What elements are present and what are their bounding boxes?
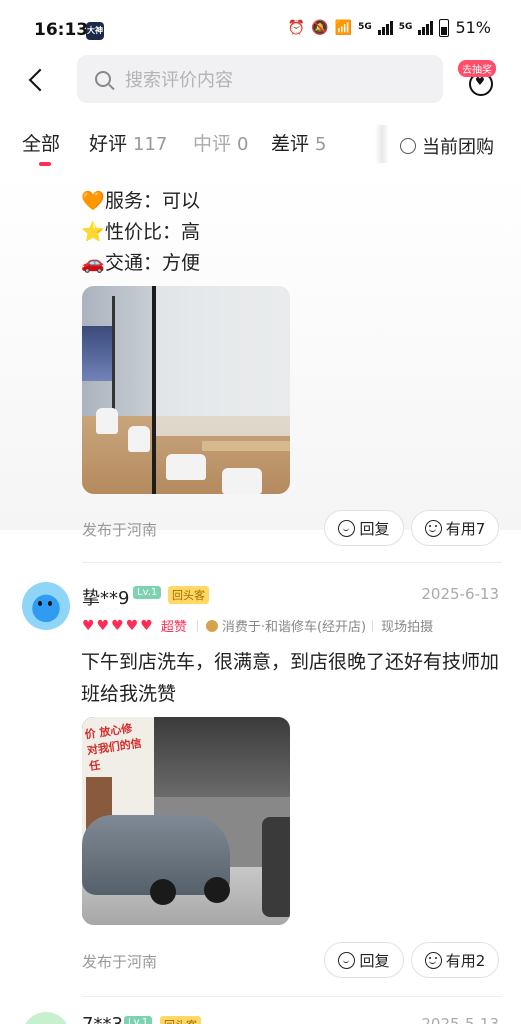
smile-icon (424, 519, 442, 537)
tab-mid[interactable]: 中评 0 (193, 129, 248, 156)
return-customer-badge: 回头客 (168, 586, 209, 604)
divider (82, 562, 502, 563)
onsite-label: 现场拍摄 (381, 620, 434, 635)
detail-value: ⭐性价比：高 (81, 217, 200, 244)
level-badge: Lv.1 (124, 1016, 153, 1024)
avatar[interactable] (22, 1012, 70, 1024)
status-icons: ⏰ 🔕 📶 5G 5G 51% (288, 18, 491, 37)
alarm-icon: ⏰ (287, 19, 306, 36)
rating-heart-icon: ♥ (111, 617, 124, 634)
rating-heart-icon: ♥ (140, 617, 153, 634)
reply-icon (338, 519, 356, 537)
review-photo[interactable]: 价 放心修 对我们的信任 (82, 717, 290, 925)
separator (372, 619, 374, 632)
app-badge-icon: 大神 (86, 22, 104, 40)
current-group-label: 当前团购 (422, 137, 494, 158)
tab-good[interactable]: 好评 117 (89, 129, 167, 156)
lottery-button[interactable]: 去抽奖 (458, 60, 505, 102)
review-date: 2025-6-13 (421, 585, 499, 603)
status-time: 16:13 (34, 20, 89, 40)
car-icon: 🚗 (81, 252, 105, 274)
tab-good-count: 117 (133, 134, 168, 155)
radio-icon (400, 138, 416, 154)
reply-button[interactable]: 回复 (324, 942, 404, 978)
rating-heart-icon: ♥ (82, 617, 95, 634)
detail-service-text: 服务：可以 (105, 190, 201, 212)
heart-icon: 🧡 (81, 190, 105, 212)
tab-active-indicator (39, 162, 51, 166)
posted-location: 发布于河南 (82, 521, 158, 539)
mute-icon: 🔕 (311, 19, 329, 36)
return-customer-badge: 回头客 (160, 1016, 201, 1024)
signal-5g-label-2: 5G (398, 22, 413, 32)
battery-icon (439, 18, 450, 37)
search-input[interactable]: 搜索评价内容 (77, 55, 443, 103)
rating-heart-icon: ♥ (96, 617, 110, 634)
review-actions: 发布于河南 回复 有用7 (0, 510, 521, 550)
tab-divider (375, 125, 389, 163)
review-actions: 发布于河南 回复 有用2 (0, 942, 521, 982)
smile-icon (424, 951, 442, 969)
tab-all[interactable]: 全部 (22, 129, 60, 156)
rating-row: ♥ ♥ ♥ ♥ ♥ 超赞 消费于·和谐修车(经开店) 现场拍摄 (82, 616, 434, 636)
header: 搜索评价内容 去抽奖 (0, 55, 521, 105)
reply-icon (338, 951, 356, 969)
signal-5g-label: 5G (358, 22, 372, 32)
current-group-toggle[interactable]: 当前团购 (400, 133, 494, 159)
detail-service: 🧡服务：可以 (81, 186, 200, 213)
star-icon: ⭐ (81, 221, 105, 243)
helpful-button[interactable]: 有用7 (411, 510, 499, 546)
signal-icon (377, 20, 393, 35)
status-bar: 16:13 大神 ⏰ 🔕 📶 5G 5G 51% (0, 0, 521, 60)
search-icon (95, 71, 111, 87)
medal-icon (205, 619, 218, 632)
review-text[interactable]: 下午到店洗车，很满意，到店很晚了还好有技师加班给我洗赞 (81, 646, 501, 710)
signal-icon-2 (418, 20, 434, 35)
review-feed[interactable]: 🧡服务：可以 ⭐性价比：高 🚗交通：方便 发布于河南 回复 有用7 挚**9 L… (0, 170, 521, 1024)
divider (82, 996, 502, 997)
wifi-icon: 📶 (334, 19, 353, 36)
reply-label: 回复 (359, 519, 390, 538)
tab-bad[interactable]: 差评 5 (271, 129, 326, 156)
rating-label: 超赞 (160, 620, 187, 635)
tab-mid-label: 中评 (193, 133, 232, 155)
detail-traffic-text: 交通：方便 (105, 252, 201, 274)
tab-all-label: 全部 (22, 133, 61, 155)
helpful-label: 有用7 (445, 519, 486, 538)
detail-traffic: 🚗交通：方便 (81, 248, 200, 275)
user-name[interactable]: 挚**9 (82, 584, 129, 610)
filter-tabs: 全部 好评 117 中评 0 差评 5 当前团购 (0, 125, 521, 166)
reply-label: 回复 (359, 951, 390, 970)
tab-good-label: 好评 (89, 133, 128, 155)
posted-location: 发布于河南 (82, 953, 158, 971)
tab-mid-count: 0 (237, 134, 249, 155)
user-name[interactable]: 7**3 (82, 1014, 123, 1024)
consumed-at[interactable]: 消费于·和谐修车(经开店) (222, 616, 366, 635)
reply-button[interactable]: 回复 (324, 510, 404, 546)
review-date: 2025-5-13 (421, 1015, 499, 1024)
battery-level: 51% (455, 18, 491, 37)
separator (196, 619, 198, 632)
avatar[interactable] (22, 582, 70, 630)
tab-bad-count: 5 (315, 134, 327, 155)
search-placeholder: 搜索评价内容 (125, 70, 233, 91)
detail-value-text: 性价比：高 (105, 221, 201, 243)
level-badge: Lv.1 (133, 586, 162, 599)
back-icon[interactable] (24, 65, 52, 95)
helpful-button[interactable]: 有用2 (411, 942, 499, 978)
tab-bad-label: 差评 (271, 133, 310, 155)
lottery-badge: 去抽奖 (458, 60, 496, 77)
review-photo[interactable] (82, 286, 290, 494)
helpful-label: 有用2 (445, 951, 486, 970)
rating-heart-icon: ♥ (125, 617, 139, 634)
